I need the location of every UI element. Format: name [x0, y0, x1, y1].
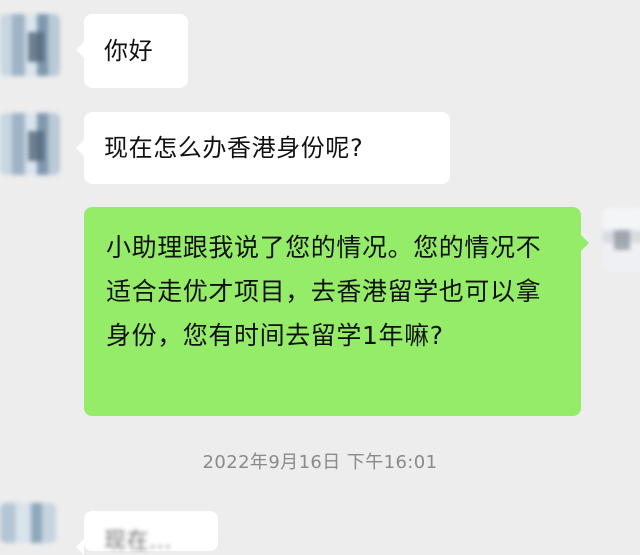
incoming-message-bubble[interactable]: 你好	[76, 14, 188, 88]
contact-avatar[interactable]	[0, 113, 60, 175]
outgoing-message-bubble[interactable]: 小助理跟我说了您的情况。您的情况不适合走优才项目，去香港留学也可以拿身份，您有时…	[84, 207, 589, 416]
message-text: 你好	[104, 37, 154, 65]
message-text: 小助理跟我说了您的情况。您的情况不适合走优才项目，去香港留学也可以拿身份，您有时…	[106, 233, 542, 350]
incoming-message-bubble[interactable]: 现在怎么办香港身份呢?	[76, 112, 450, 184]
incoming-message-bubble-partial[interactable]: 现在...	[76, 511, 218, 555]
contact-avatar[interactable]	[0, 503, 56, 543]
message-timestamp: 2022年9月16日 下午16:01	[202, 452, 438, 473]
contact-avatar[interactable]	[0, 14, 60, 76]
message-text-partial: 现在...	[104, 529, 172, 553]
message-text: 现在怎么办香港身份呢?	[104, 134, 364, 162]
self-avatar[interactable]	[603, 208, 640, 272]
